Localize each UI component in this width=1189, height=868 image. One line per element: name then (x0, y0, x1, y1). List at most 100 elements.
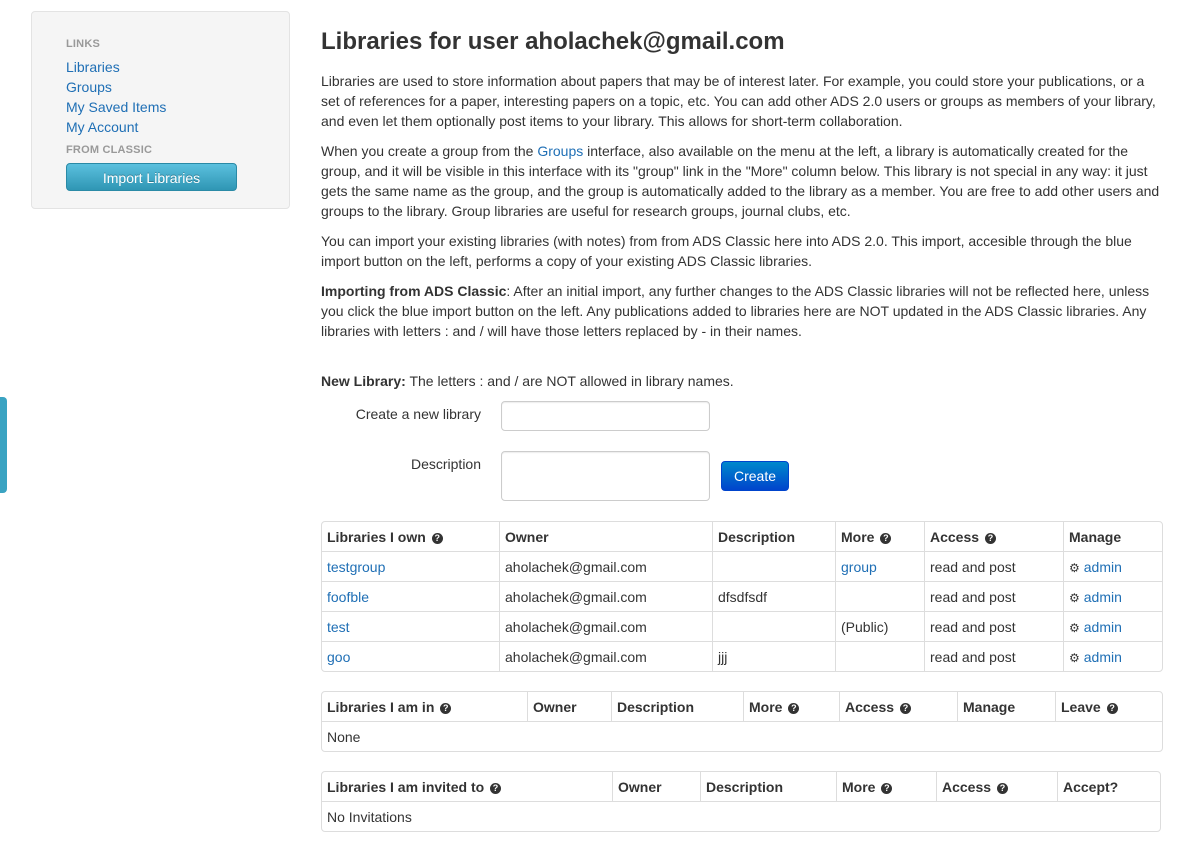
col-access-label: Access (930, 528, 980, 545)
new-library-heading: New Library: (321, 373, 406, 389)
col-leave-label: Leave (1061, 698, 1101, 715)
owner-cell: aholachek@gmail.com (499, 611, 712, 641)
gear-icon: ⚙ (1069, 650, 1080, 665)
col-access-label: Access (845, 698, 895, 715)
col-description: Description (712, 522, 835, 551)
col-access-label: Access (942, 778, 992, 795)
question-circle-icon[interactable]: ? (996, 782, 1008, 794)
library-link[interactable]: goo (327, 649, 350, 665)
sidebar-item-saved-items[interactable]: My Saved Items (66, 99, 166, 115)
col-libraries-i-own-label: Libraries I own (327, 528, 426, 545)
page-title: Libraries for user aholachek@gmail.com (321, 28, 785, 55)
col-libraries-invited: Libraries I am invited to ? (322, 772, 612, 801)
col-more-label: More (749, 698, 783, 715)
access-cell: read and post (924, 581, 1063, 611)
import-libraries-button[interactable]: Import Libraries (66, 163, 237, 191)
library-name-cell: testgroup (322, 551, 499, 581)
question-circle-icon[interactable]: ? (899, 702, 911, 714)
library-description-input[interactable] (501, 451, 710, 501)
table-row: foofble aholachek@gmail.com dfsdfsdf rea… (322, 581, 1162, 611)
create-button[interactable]: Create (721, 461, 789, 491)
admin-link[interactable]: admin (1084, 589, 1122, 605)
links-header: LINKS (66, 38, 100, 50)
col-access: Access ? (924, 522, 1063, 551)
col-owner: Owner (612, 772, 700, 801)
intro-paragraph: Libraries are used to store information … (321, 73, 1156, 129)
table-row: goo aholachek@gmail.com jjj read and pos… (322, 641, 1162, 671)
col-access: Access ? (839, 692, 957, 721)
table-header-row: Libraries I own ? Owner Description More… (322, 522, 1162, 551)
col-more: More ? (836, 772, 936, 801)
admin-link[interactable]: admin (1084, 649, 1122, 665)
col-manage: Manage (957, 692, 1055, 721)
question-circle-icon[interactable]: ? (984, 532, 996, 544)
question-circle-icon[interactable]: ? (788, 702, 800, 714)
more-cell: group (835, 551, 924, 581)
description-cell: jjj (712, 641, 835, 671)
col-manage: Manage (1063, 522, 1162, 551)
owned-libraries-table: Libraries I own ? Owner Description More… (321, 521, 1163, 672)
col-libraries-i-am-in: Libraries I am in ? (322, 692, 527, 721)
sidebar-item-account[interactable]: My Account (66, 119, 138, 135)
question-circle-icon[interactable]: ? (880, 532, 892, 544)
col-libraries-invited-label: Libraries I am invited to (327, 778, 485, 795)
col-libraries-i-am-in-label: Libraries I am in (327, 698, 435, 715)
library-name-input[interactable] (501, 401, 710, 431)
col-accept: Accept? (1057, 772, 1160, 801)
admin-link[interactable]: admin (1084, 619, 1122, 635)
feedback-tab[interactable] (0, 397, 7, 493)
invited-libraries-table: Libraries I am invited to ? Owner Descri… (321, 771, 1161, 832)
more-cell (835, 641, 924, 671)
access-cell: read and post (924, 551, 1063, 581)
table-header-row: Libraries I am invited to ? Owner Descri… (322, 772, 1160, 801)
new-library-text: The letters : and / are NOT allowed in l… (405, 373, 734, 389)
library-link[interactable]: testgroup (327, 559, 385, 575)
table-header-row: Libraries I am in ? Owner Description Mo… (322, 692, 1162, 721)
access-cell: read and post (924, 611, 1063, 641)
gear-icon: ⚙ (1069, 620, 1080, 635)
description-cell (712, 551, 835, 581)
library-link[interactable]: foofble (327, 589, 369, 605)
create-library-label: Create a new library (355, 406, 481, 422)
library-name-cell: foofble (322, 581, 499, 611)
library-name-cell: test (322, 611, 499, 641)
classic-paragraph-heading: Importing from ADS Classic (321, 283, 507, 299)
question-circle-icon[interactable]: ? (440, 702, 452, 714)
owner-cell: aholachek@gmail.com (499, 551, 712, 581)
groups-link[interactable]: Groups (537, 143, 583, 159)
more-cell (835, 581, 924, 611)
col-more-label: More (841, 528, 875, 545)
empty-message: No Invitations (322, 801, 1160, 831)
table-row: None (322, 721, 1162, 751)
access-cell: read and post (924, 641, 1063, 671)
table-row: No Invitations (322, 801, 1160, 831)
col-more: More ? (743, 692, 839, 721)
question-circle-icon[interactable]: ? (1106, 702, 1118, 714)
empty-message: None (322, 721, 1162, 751)
col-owner: Owner (499, 522, 712, 551)
description-label: Description (410, 456, 481, 472)
col-libraries-i-own: Libraries I own ? (322, 522, 499, 551)
sidebar: LINKS Libraries Groups My Saved Items My… (31, 11, 290, 209)
admin-link[interactable]: admin (1084, 559, 1122, 575)
group-link[interactable]: group (841, 559, 877, 575)
question-circle-icon[interactable]: ? (490, 782, 502, 794)
from-classic-header: FROM CLASSIC (66, 144, 153, 156)
sidebar-item-groups[interactable]: Groups (66, 79, 112, 95)
library-link[interactable]: test (327, 619, 350, 635)
description-cell: dfsdfsdf (712, 581, 835, 611)
question-circle-icon[interactable]: ? (431, 532, 443, 544)
question-circle-icon[interactable]: ? (881, 782, 893, 794)
library-name-cell: goo (322, 641, 499, 671)
gear-icon: ⚙ (1069, 590, 1080, 605)
owner-cell: aholachek@gmail.com (499, 581, 712, 611)
groups-paragraph: When you create a group from the Groups … (321, 141, 1161, 221)
col-more-label: More (842, 778, 876, 795)
manage-cell: ⚙ admin (1063, 581, 1162, 611)
table-row: test aholachek@gmail.com (Public) read a… (322, 611, 1162, 641)
gear-icon: ⚙ (1069, 560, 1080, 575)
classic-paragraph: Importing from ADS Classic: After an ini… (321, 281, 1161, 341)
sidebar-item-libraries[interactable]: Libraries (66, 59, 120, 75)
groups-paragraph-text-a: When you create a group from the (321, 143, 538, 159)
manage-cell: ⚙ admin (1063, 611, 1162, 641)
